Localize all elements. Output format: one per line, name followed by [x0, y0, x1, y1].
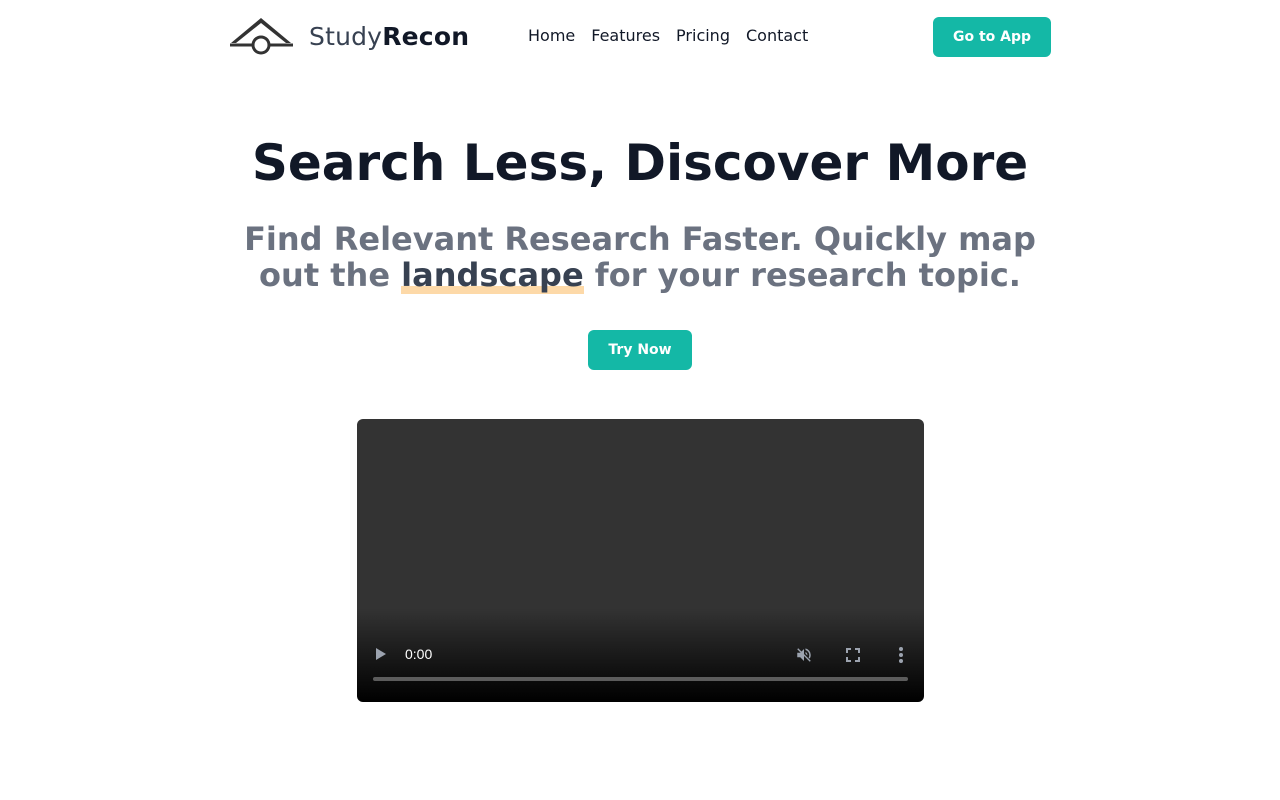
logo-link[interactable]: StudyRecon — [228, 14, 469, 58]
brand-name: StudyRecon — [309, 21, 470, 51]
fullscreen-icon[interactable] — [842, 644, 864, 666]
site-header: StudyRecon Home Features Pricing Contact… — [0, 0, 1280, 72]
hero-title: Search Less, Discover More — [251, 134, 1029, 192]
try-now-button[interactable]: Try Now — [588, 330, 692, 370]
hero-subtitle-text: for your research topic. — [583, 256, 1021, 294]
nav-contact[interactable]: Contact — [746, 25, 808, 47]
nav-pricing[interactable]: Pricing — [676, 25, 730, 47]
demo-video-player[interactable]: 0:00 — [357, 419, 924, 702]
video-time: 0:00 — [405, 646, 433, 662]
video-progress-bar[interactable] — [373, 677, 908, 681]
highlighted-word: landscape — [401, 256, 584, 294]
nav-home[interactable]: Home — [528, 25, 575, 47]
nav-features[interactable]: Features — [591, 25, 660, 47]
mute-icon[interactable] — [793, 644, 815, 666]
studyrecon-logo-icon — [230, 18, 293, 55]
go-to-app-button[interactable]: Go to App — [933, 17, 1051, 57]
more-options-icon[interactable] — [890, 644, 912, 666]
main-nav: Home Features Pricing Contact — [528, 25, 808, 47]
play-icon[interactable] — [371, 644, 391, 664]
hero-subtitle: Find Relevant Research Faster. Quickly m… — [220, 221, 1060, 294]
